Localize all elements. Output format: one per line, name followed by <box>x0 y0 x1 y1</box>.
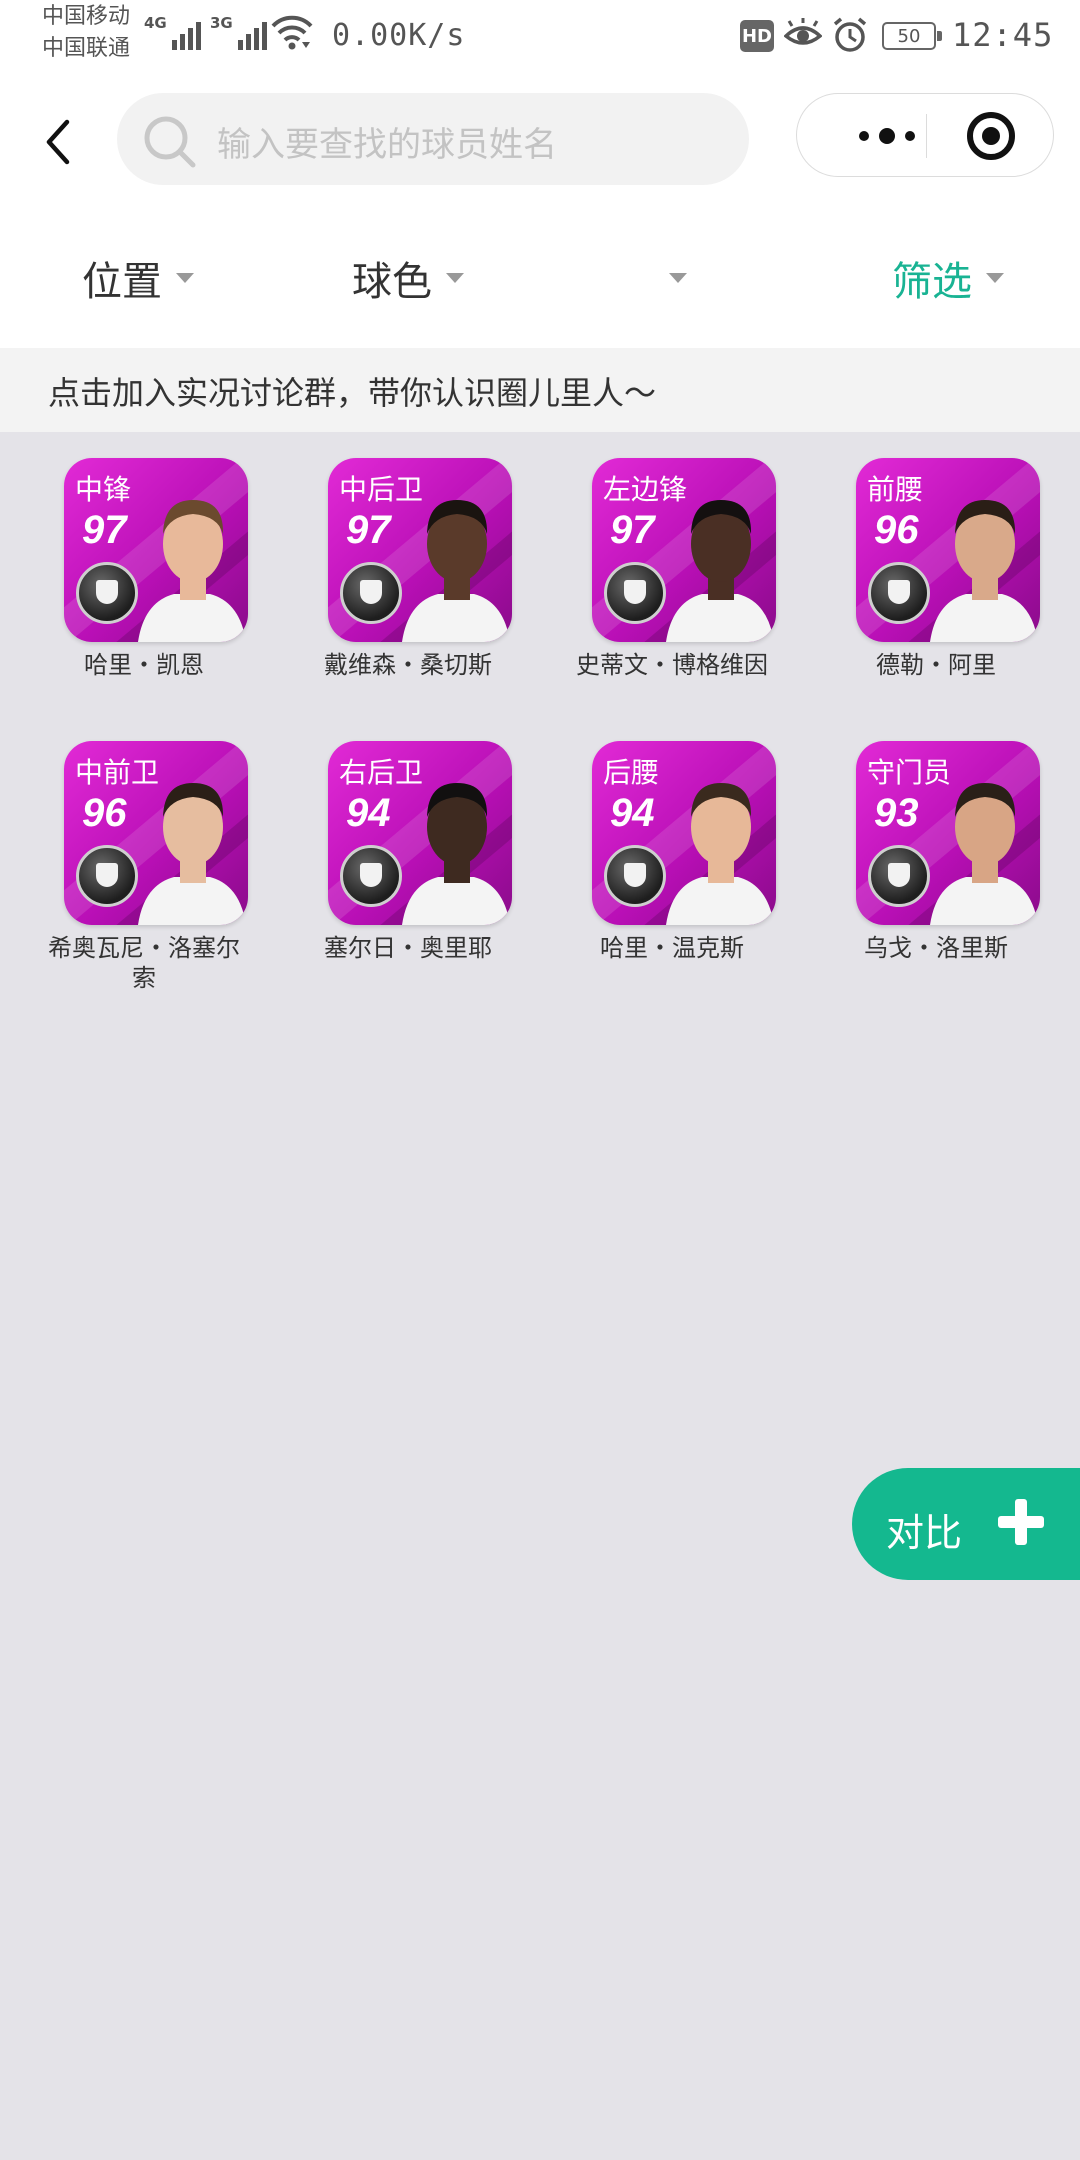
player-name: 哈里・凯恩 <box>84 651 204 679</box>
compare-label: 对比 <box>886 1511 963 1555</box>
filter-color-label: 球色 <box>352 259 432 305</box>
player-card-image: 前腰 96 <box>856 458 1040 642</box>
carrier-label-2: 中国联通 <box>42 36 131 61</box>
search-header: 输入要查找的球员姓名 <box>0 76 1080 206</box>
filter-color[interactable]: 球色 <box>352 250 464 306</box>
player-name: 希奥瓦尼・洛塞尔索 <box>48 934 240 992</box>
player-name: 史蒂文・博格维因 <box>576 651 768 679</box>
player-position: 前腰 <box>867 473 924 506</box>
signal-icon: 4G <box>144 14 201 50</box>
hd-badge: HD <box>740 20 774 52</box>
signal-icon-2: 3G <box>210 14 267 50</box>
search-input[interactable]: 输入要查找的球员姓名 <box>117 93 749 185</box>
player-card-image: 中锋 97 <box>64 458 248 642</box>
player-card-image: 后腰 94 <box>592 741 776 925</box>
player-rating: 96 <box>82 791 127 835</box>
group-notice-banner[interactable]: 点击加入实况讨论群，带你认识圈儿里人～ <box>0 348 1080 432</box>
team-crest-icon <box>340 562 402 624</box>
alarm-icon <box>833 17 867 52</box>
wifi-icon <box>271 15 313 50</box>
battery-icon: 50 <box>882 22 942 50</box>
team-crest-icon <box>604 845 666 907</box>
player-position: 中前卫 <box>75 756 160 789</box>
player-name: 哈里・温克斯 <box>600 934 744 962</box>
compare-button[interactable]: 对比 <box>852 1468 1080 1580</box>
player-rating: 97 <box>346 508 391 552</box>
dropdown-arrow-icon <box>176 273 194 283</box>
player-card-image: 右后卫 94 <box>328 741 512 925</box>
team-crest-icon <box>76 845 138 907</box>
player-name: 戴维森・桑切斯 <box>324 651 492 679</box>
player-name: 塞尔日・奥里耶 <box>324 934 492 962</box>
team-crest-icon <box>340 845 402 907</box>
player-card-image: 中后卫 97 <box>328 458 512 642</box>
filter-screen-label: 筛选 <box>892 259 972 305</box>
player-rating: 97 <box>82 508 127 552</box>
player-card-image: 左边锋 97 <box>592 458 776 642</box>
player-position: 守门员 <box>867 756 952 789</box>
notice-text: 点击加入实况讨论群，带你认识圈儿里人～ <box>48 374 657 412</box>
player-position: 后腰 <box>603 756 660 789</box>
player-rating: 94 <box>346 791 391 835</box>
back-button[interactable] <box>36 112 80 172</box>
team-crest-icon <box>76 562 138 624</box>
player-rating: 94 <box>610 791 655 835</box>
team-crest-icon <box>604 562 666 624</box>
player-card-image: 守门员 93 <box>856 741 1040 925</box>
plus-icon <box>998 1499 1044 1545</box>
clock-time: 12:45 <box>952 16 1054 54</box>
filter-position-label: 位置 <box>82 259 162 305</box>
player-rating: 97 <box>610 508 655 552</box>
player-portrait <box>930 500 1038 642</box>
player-card-image: 中前卫 96 <box>64 741 248 925</box>
search-icon <box>144 116 196 168</box>
capsule-divider <box>926 114 927 158</box>
player-portrait <box>138 500 246 642</box>
miniprogram-capsule <box>796 93 1054 177</box>
filter-unnamed[interactable] <box>655 250 687 306</box>
team-crest-icon <box>868 845 930 907</box>
player-portrait <box>666 783 774 925</box>
player-position: 中锋 <box>75 473 132 506</box>
status-bar: 中国移动 中国联通 4G 3G 0.00K/s HD 50 12:45 <box>0 0 1080 76</box>
filter-screen[interactable]: 筛选 <box>892 250 1004 306</box>
player-name: 乌戈・洛里斯 <box>864 934 1008 962</box>
dropdown-arrow-icon <box>986 273 1004 283</box>
player-rating: 96 <box>874 508 919 552</box>
player-rating: 93 <box>874 791 919 835</box>
player-position: 左边锋 <box>603 473 688 506</box>
player-name: 德勒・阿里 <box>876 651 996 679</box>
network-speed: 0.00K/s <box>332 18 466 53</box>
filter-position[interactable]: 位置 <box>82 250 194 306</box>
eye-comfort-icon <box>784 18 822 45</box>
player-position: 中后卫 <box>339 473 424 506</box>
dropdown-arrow-icon <box>446 273 464 283</box>
target-circle-icon[interactable] <box>967 112 1015 160</box>
filter-bar: 位置 球色 筛选 <box>0 206 1080 348</box>
chevron-left-icon <box>46 119 70 165</box>
dropdown-arrow-icon <box>669 273 687 283</box>
team-crest-icon <box>868 562 930 624</box>
player-position: 右后卫 <box>339 756 424 789</box>
search-placeholder: 输入要查找的球员姓名 <box>217 125 557 165</box>
carrier-label-1: 中国移动 <box>42 4 131 29</box>
more-button[interactable] <box>835 120 939 152</box>
